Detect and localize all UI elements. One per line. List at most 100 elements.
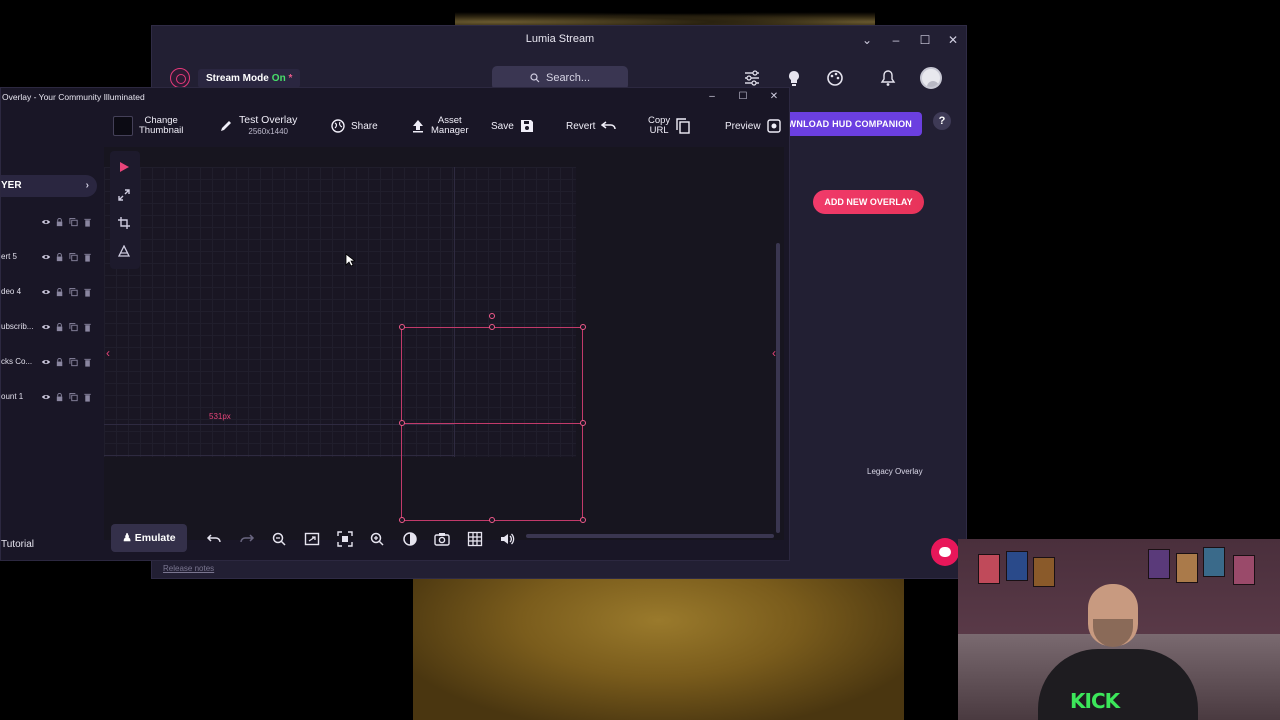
trash-icon[interactable] (83, 252, 93, 263)
change-thumbnail-button[interactable]: Change Thumbnail (113, 107, 183, 145)
align-tool-icon[interactable] (118, 245, 130, 257)
zoom-in-icon[interactable] (369, 531, 385, 547)
resize-handle[interactable] (580, 420, 586, 426)
tutorial-link[interactable]: Tutorial (1, 539, 34, 550)
shirt-logo-text: KICK (1070, 689, 1120, 713)
trash-icon[interactable] (83, 357, 93, 368)
palette-icon[interactable] (825, 68, 845, 88)
chevron-right-icon: › (85, 180, 89, 191)
vertical-scrollbar[interactable] (776, 243, 780, 533)
test-overlay-button[interactable]: Test Overlay 2560x1440 (219, 107, 297, 145)
wall-poster (978, 554, 1000, 584)
resize-handle[interactable] (489, 324, 495, 330)
eye-icon[interactable] (41, 322, 51, 333)
layer-row[interactable]: ubscrib... (1, 320, 101, 336)
trash-icon[interactable] (83, 392, 93, 403)
trash-icon[interactable] (83, 322, 93, 333)
lock-icon[interactable] (55, 322, 65, 333)
lock-icon[interactable] (55, 287, 65, 298)
chevron-down-icon[interactable]: ⌄ (857, 30, 877, 50)
resize-handle[interactable] (399, 420, 405, 426)
expand-tool-icon[interactable] (118, 189, 130, 201)
layer-actions (41, 217, 93, 228)
bell-icon[interactable] (878, 68, 898, 88)
lightbulb-icon[interactable] (784, 68, 804, 88)
duplicate-icon[interactable] (69, 357, 79, 368)
sliders-icon[interactable] (742, 68, 762, 88)
duplicate-icon[interactable] (69, 252, 79, 263)
duplicate-icon[interactable] (69, 287, 79, 298)
layer-row[interactable]: ert 5 (1, 250, 101, 266)
duplicate-icon[interactable] (69, 392, 79, 403)
revert-button[interactable]: Revert (566, 107, 617, 145)
legacy-overlay-link[interactable]: Legacy Overlay (867, 467, 923, 476)
copy-url-button[interactable]: Copy URL (648, 107, 690, 145)
fit-screen-icon[interactable] (304, 531, 320, 547)
lock-icon[interactable] (55, 217, 65, 228)
center-focus-icon[interactable] (337, 531, 353, 547)
chat-button[interactable] (931, 538, 959, 566)
eye-icon[interactable] (41, 252, 51, 263)
volume-icon[interactable] (499, 531, 515, 547)
resolution-text: 2560x1440 (248, 127, 288, 136)
undo-icon (601, 121, 617, 130)
eye-icon[interactable] (41, 217, 51, 228)
layer-row[interactable] (1, 215, 101, 231)
measure-label: 531px (209, 412, 231, 421)
selected-layer-box[interactable] (401, 327, 583, 521)
help-button[interactable]: ? (933, 112, 951, 130)
undo-icon[interactable] (206, 531, 222, 547)
asset-manager-button[interactable]: Asset Manager (411, 107, 469, 145)
grid-icon[interactable] (467, 531, 483, 547)
eye-icon[interactable] (41, 392, 51, 403)
stream-mode-icon (170, 68, 190, 88)
layer-actions (41, 287, 93, 298)
emulate-label: Emulate (134, 532, 176, 544)
resize-handle[interactable] (580, 517, 586, 523)
resize-handle[interactable] (489, 517, 495, 523)
avatar[interactable] (920, 67, 942, 89)
add-new-overlay-button[interactable]: ADD NEW OVERLAY (813, 190, 924, 214)
crop-tool-icon[interactable] (118, 217, 130, 229)
pointer-tool-icon[interactable] (118, 161, 130, 173)
layer-row[interactable]: ount 1 (1, 390, 101, 406)
editor-close-button[interactable]: ✕ (766, 89, 782, 105)
zoom-out-icon[interactable] (271, 531, 287, 547)
download-hud-companion-button[interactable]: WNLOAD HUD COMPANION (780, 112, 922, 136)
layer-row[interactable]: deo 4 (1, 285, 101, 301)
collapse-left-icon[interactable]: ‹ (106, 346, 110, 360)
emulate-button[interactable]: ♟ Emulate (111, 524, 187, 552)
release-notes-link[interactable]: Release notes (163, 564, 214, 573)
eye-icon[interactable] (41, 357, 51, 368)
resize-handle[interactable] (399, 517, 405, 523)
change-thumbnail-label: Change Thumbnail (139, 116, 183, 136)
eye-icon[interactable] (41, 287, 51, 298)
lock-icon[interactable] (55, 392, 65, 403)
resize-handle[interactable] (399, 324, 405, 330)
resize-handle[interactable] (580, 324, 586, 330)
mouse-cursor-icon (345, 253, 355, 267)
editor-minimize-button[interactable]: – (704, 89, 720, 105)
maximize-button[interactable]: ☐ (915, 30, 935, 50)
duplicate-icon[interactable] (69, 217, 79, 228)
minimize-button[interactable]: – (886, 30, 906, 50)
share-label: Share (351, 120, 378, 132)
redo-icon[interactable] (239, 531, 255, 547)
preview-button[interactable]: Preview (725, 107, 781, 145)
horizontal-scrollbar[interactable] (526, 534, 774, 538)
close-button[interactable]: ✕ (943, 30, 963, 50)
duplicate-icon[interactable] (69, 322, 79, 333)
lock-icon[interactable] (55, 357, 65, 368)
share-button[interactable]: Share (331, 107, 378, 145)
layer-row[interactable]: cks Co... (1, 355, 101, 371)
trash-icon[interactable] (83, 217, 93, 228)
save-button[interactable]: Save (491, 107, 534, 145)
trash-icon[interactable] (83, 287, 93, 298)
asset-manager-line2: Manager (431, 125, 469, 136)
lock-icon[interactable] (55, 252, 65, 263)
layers-header[interactable]: YER › (1, 175, 97, 197)
camera-icon[interactable] (434, 531, 450, 547)
contrast-icon[interactable] (402, 531, 418, 547)
editor-maximize-button[interactable]: ☐ (735, 89, 751, 105)
resize-handle[interactable] (489, 313, 495, 319)
